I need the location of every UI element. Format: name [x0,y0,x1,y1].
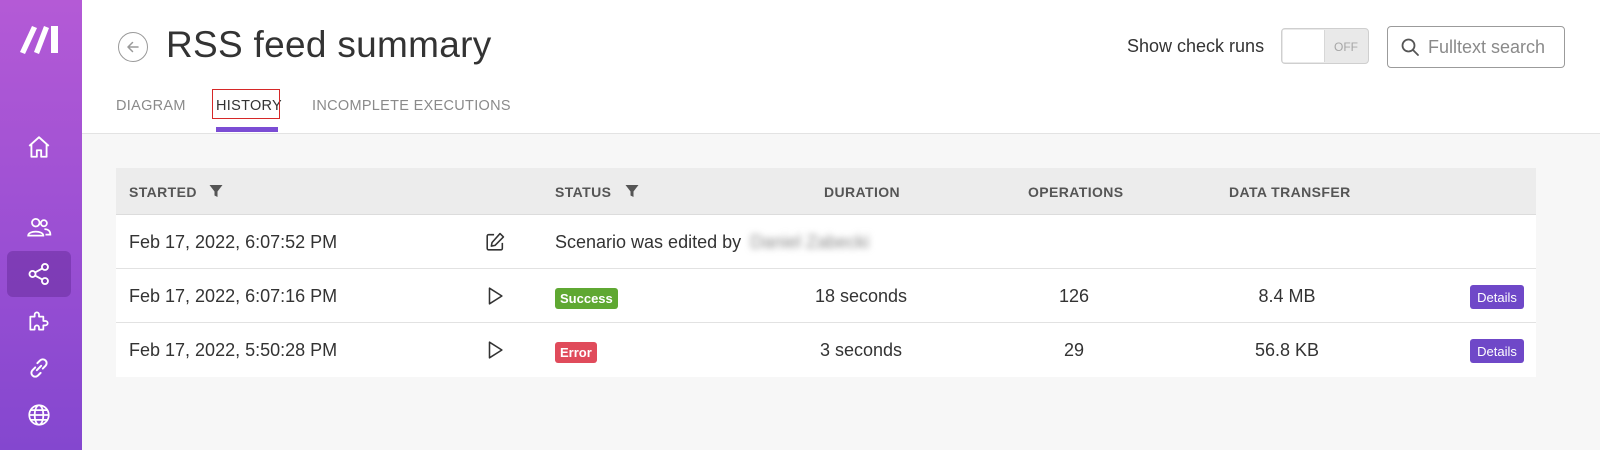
team-icon [27,218,52,237]
status-badge: Error [555,342,597,363]
tab-history-highlight [212,89,280,119]
status-cell: Scenario was edited by Daniel Zabecki [555,232,869,253]
details-button[interactable]: Details [1470,339,1524,363]
nav-apps[interactable] [7,298,71,344]
nav-webhooks[interactable] [7,392,71,438]
scenarios-icon [28,263,49,285]
toggle-state: OFF [1334,40,1358,54]
history-table: STARTED STATUS DURATION OPERATIONS DATA … [116,168,1536,377]
column-operations[interactable]: OPERATIONS [1028,184,1124,200]
filter-icon[interactable] [624,183,640,199]
started-cell: Feb 17, 2022, 5:50:28 PM [129,340,338,360]
tab-diagram[interactable]: DIAGRAM [116,98,186,114]
duration-cell: 18 seconds [814,286,908,306]
back-button[interactable] [118,32,148,62]
page-header: RSS feed summary Show check runs OFF Ful… [82,0,1600,134]
search-placeholder: Fulltext search [1428,36,1546,57]
details-button[interactable]: Details [1470,285,1524,309]
filter-icon[interactable] [208,183,224,199]
apps-icon [29,311,49,331]
column-status[interactable]: STATUS [555,184,611,200]
nav-home[interactable] [7,124,71,170]
column-data-transfer[interactable]: DATA TRANSFER [1229,184,1351,200]
arrow-left-icon [127,41,139,53]
search-icon [1401,38,1419,56]
column-duration[interactable]: DURATION [824,184,900,200]
page-title: RSS feed summary [166,24,492,65]
sidebar [0,0,82,450]
table-row[interactable]: Feb 17, 2022, 5:50:28 PM Error 3 seconds… [116,323,1536,377]
play-icon[interactable] [484,285,506,307]
nav-team[interactable] [7,204,71,250]
started-cell: Feb 17, 2022, 6:07:52 PM [129,232,338,252]
status-badge: Success [555,288,618,309]
show-check-runs-toggle[interactable]: OFF [1281,28,1369,64]
make-logo[interactable] [18,22,62,54]
toggle-knob [1283,30,1325,62]
data-transfer-cell: 8.4 MB [1258,286,1316,306]
active-tab-indicator [216,127,278,132]
globe-icon [28,404,50,426]
data-transfer-cell: 56.8 KB [1254,340,1320,360]
operations-cell: 29 [1063,340,1085,360]
nav-scenarios[interactable] [7,251,71,297]
operations-cell: 126 [1058,286,1090,306]
fulltext-search-input[interactable]: Fulltext search [1387,26,1565,68]
table-row[interactable]: Feb 17, 2022, 6:07:16 PM Success 18 seco… [116,269,1536,323]
play-icon[interactable] [484,339,506,361]
edit-message: Scenario was edited by [555,232,742,252]
duration-cell: 3 seconds [819,340,903,360]
table-row[interactable]: Feb 17, 2022, 6:07:52 PM Scenario was ed… [116,215,1536,269]
table-header: STARTED STATUS DURATION OPERATIONS DATA … [116,168,1536,215]
started-cell: Feb 17, 2022, 6:07:16 PM [129,286,338,306]
editor-name: Daniel Zabecki [750,232,870,252]
edit-icon [486,232,505,251]
connections-icon [30,358,48,378]
show-check-runs-label: Show check runs [1127,36,1265,56]
nav-connections[interactable] [7,345,71,391]
home-icon [28,136,50,158]
tab-incomplete-executions[interactable]: INCOMPLETE EXECUTIONS [312,98,511,114]
column-started[interactable]: STARTED [129,184,197,200]
